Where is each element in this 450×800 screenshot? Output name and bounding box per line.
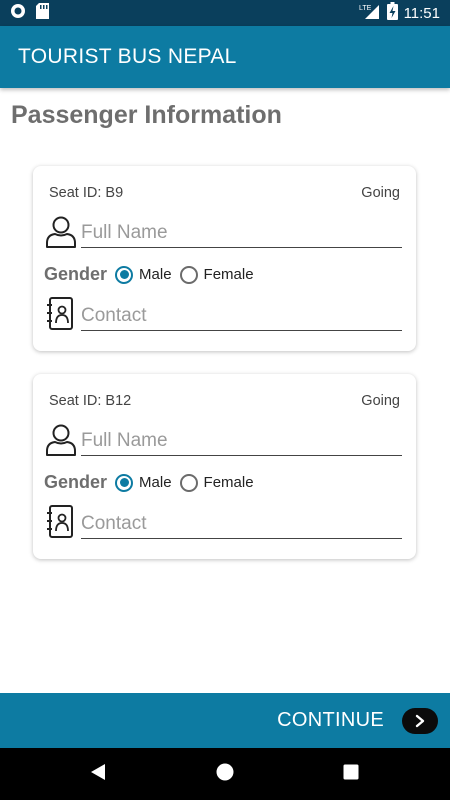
contact-input[interactable] [81,303,402,331]
contact-input[interactable] [81,511,402,539]
lte-signal-icon: LTE [359,3,381,24]
passenger-card: Seat ID: B9 Going Gender Male Female [33,166,416,351]
radio-checked-icon [115,265,134,284]
notification-icon [10,3,26,24]
seat-id: Seat ID: B12 [49,393,132,409]
back-button[interactable] [73,748,123,800]
status-bar: LTE 11:51 [0,0,450,26]
home-button[interactable] [200,748,250,800]
gender-option-label: Male [139,266,172,283]
full-name-input[interactable] [81,428,402,456]
recents-icon [343,764,359,785]
radio-checked-icon [115,473,134,492]
gender-option-label: Male [139,474,172,491]
radio-unchecked-icon [179,473,198,492]
gender-label: Gender [44,472,108,492]
passenger-card: Seat ID: B12 Going Gender Male Female [33,374,416,559]
contact-book-icon [45,297,77,331]
gender-male-radio[interactable]: Male [115,473,172,492]
sd-card-icon [36,2,49,24]
person-icon [45,422,77,456]
navigation-bar [0,748,450,800]
home-icon [216,763,234,786]
app-bar: TOURIST BUS NEPAL [0,26,450,88]
gender-option-label: Female [203,266,254,283]
chevron-right-icon [402,707,438,734]
status-time: 11:51 [403,4,440,22]
gender-female-radio[interactable]: Female [179,473,254,492]
continue-label: CONTINUE [277,709,384,731]
trip-direction: Going [361,393,400,409]
gender-female-radio[interactable]: Female [179,265,254,284]
app-title: TOURIST BUS NEPAL [18,45,237,68]
bottom-bar: CONTINUE [0,693,450,748]
page-title: Passenger Information [11,101,282,129]
continue-button[interactable]: CONTINUE [277,693,438,748]
gender-male-radio[interactable]: Male [115,265,172,284]
radio-unchecked-icon [179,265,198,284]
full-name-input[interactable] [81,220,402,248]
svg-text:LTE: LTE [359,5,372,12]
trip-direction: Going [361,185,400,201]
person-icon [45,214,77,248]
gender-option-label: Female [203,474,254,491]
back-icon [89,763,107,786]
seat-id: Seat ID: B9 [49,185,124,201]
battery-charging-icon [386,1,398,25]
gender-label: Gender [44,264,108,284]
recents-button[interactable] [326,748,376,800]
contact-book-icon [45,505,77,539]
